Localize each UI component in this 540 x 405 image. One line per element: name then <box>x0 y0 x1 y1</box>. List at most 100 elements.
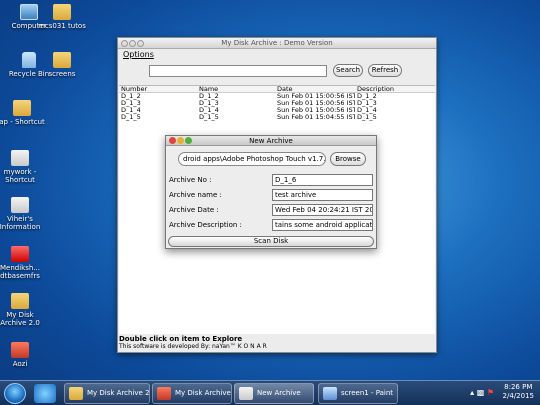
folder-icon <box>11 293 29 309</box>
dialog-window-controls <box>169 137 193 147</box>
window-controls <box>121 40 145 51</box>
column-header-description[interactable]: Description <box>355 86 433 92</box>
desktop-icon-label: ap - Shortcut <box>0 118 45 126</box>
search-button[interactable]: Search <box>333 64 363 77</box>
table-row[interactable]: D_1_5 D_1_5 Sun Feb 01 15:04:55 IST... D… <box>119 114 435 121</box>
archive-name-field[interactable]: test archive <box>272 189 373 201</box>
archive-date-field[interactable]: Wed Feb 04 20:24:21 IST 2015 <box>272 204 373 216</box>
desktop-icon-mcs031-tutos[interactable]: mcs031 tutos <box>36 4 88 30</box>
clock-time: 8:26 PM <box>504 383 533 391</box>
cell-description: D_1_2 <box>357 93 377 100</box>
browse-button[interactable]: Browse <box>330 152 366 166</box>
table-row[interactable]: D_1_3 D_1_3 Sun Feb 01 15:00:56 IST... D… <box>119 100 435 107</box>
table-header: Number Name Date Description <box>119 86 435 93</box>
internet-explorer-icon[interactable] <box>34 384 56 403</box>
desktop-icon-label: screens <box>48 70 76 78</box>
desktop-icon-my-disk-archive[interactable]: My Disk Archive 2.0 <box>0 293 46 327</box>
new-archive-dialog: New Archive droid apps\Adobe Photoshop T… <box>165 135 377 249</box>
scan-disk-button[interactable]: Scan Disk <box>168 236 374 247</box>
desktop-icon-label: Aozi <box>12 360 28 368</box>
clock[interactable]: 8:26 PM 2/4/2015 <box>503 383 534 401</box>
menubar: Options <box>118 49 436 61</box>
desktop-icon-aozi[interactable]: Aozi <box>0 342 46 368</box>
zoom-icon[interactable] <box>137 40 144 47</box>
cell-name: D_1_5 <box>199 114 219 121</box>
column-header-name[interactable]: Name <box>197 86 275 92</box>
cell-name: D_1_2 <box>199 93 219 100</box>
taskbar-item-my-disk-archive[interactable]: My Disk Archive :... <box>152 383 232 404</box>
menu-options[interactable]: Options <box>123 50 154 59</box>
desktop-icon-label: My Disk Archive 2.0 <box>0 311 40 327</box>
cell-date: Sun Feb 01 15:04:55 IST... <box>277 114 355 121</box>
java-app-icon <box>157 387 171 400</box>
column-header-date[interactable]: Date <box>275 86 355 92</box>
minimize-icon[interactable] <box>129 40 136 47</box>
desktop-icon-information[interactable]: Viheir's Information <box>0 197 46 231</box>
desktop-icon-label: mcs031 tutos <box>38 22 86 30</box>
cell-date: Sun Feb 01 15:00:56 IST... <box>277 100 355 107</box>
start-button[interactable] <box>4 383 26 404</box>
status-credit: This software is developed By: naYan™ K … <box>119 343 267 350</box>
task-label: My Disk Archive 2.0 <box>87 389 150 397</box>
recycle-bin-icon <box>22 52 36 68</box>
cell-date: Sun Feb 01 15:00:56 IST... <box>277 107 355 114</box>
archive-description-field[interactable]: tains some android applications <box>272 219 373 231</box>
minimize-icon[interactable] <box>177 137 184 144</box>
close-icon[interactable] <box>121 40 128 47</box>
taskbar-item-my-disk-archive-folder[interactable]: My Disk Archive 2.0 <box>64 383 150 404</box>
status-hint: Double click on item to Explore <box>119 335 243 343</box>
network-icon[interactable]: ▩ <box>477 388 485 397</box>
cell-description: D_1_4 <box>357 107 377 114</box>
cell-number: D_1_4 <box>121 107 141 114</box>
zoom-icon[interactable] <box>185 137 192 144</box>
desktop-icon-pdf[interactable]: Mendiksh... dtbasemfrs <box>0 246 46 280</box>
taskbar-item-new-archive[interactable]: New Archive <box>234 383 314 404</box>
main-window-titlebar[interactable]: My Disk Archive : Demo Version <box>118 38 436 49</box>
column-header-number[interactable]: Number <box>119 86 197 92</box>
cell-number: D_1_5 <box>121 114 141 121</box>
desktop-icon-label: Viheir's Information <box>0 215 41 231</box>
folder-icon <box>53 4 71 20</box>
taskbar-item-paint[interactable]: screen1 - Paint <box>318 383 398 404</box>
archive-description-label: Archive Description : <box>169 221 242 229</box>
shortcut-icon <box>11 150 29 166</box>
archive-no-field[interactable]: D_1_6 <box>272 174 373 186</box>
desktop-icon-mywork-shortcut[interactable]: mywork - Shortcut <box>0 150 46 184</box>
system-tray: ▴ ▩ ⚑ <box>470 388 494 397</box>
table-row[interactable]: D_1_4 D_1_4 Sun Feb 01 15:00:56 IST... D… <box>119 107 435 114</box>
java-app-icon <box>239 387 253 400</box>
dialog-title: New Archive <box>249 137 293 145</box>
desktop-icon-label: Mendiksh... dtbasemfrs <box>0 264 40 280</box>
desktop-icon-ap-shortcut[interactable]: ap - Shortcut <box>0 100 48 126</box>
document-icon <box>11 197 29 213</box>
chevron-up-icon[interactable]: ▴ <box>470 388 474 397</box>
pdf-icon <box>11 246 29 262</box>
dialog-titlebar[interactable]: New Archive <box>166 136 376 146</box>
window-title: My Disk Archive : Demo Version <box>221 39 333 47</box>
archive-date-label: Archive Date : <box>169 206 219 214</box>
archive-no-label: Archive No : <box>169 176 212 184</box>
cell-name: D_1_4 <box>199 107 219 114</box>
folder-icon <box>53 52 71 68</box>
cell-number: D_1_3 <box>121 100 141 107</box>
task-label: My Disk Archive :... <box>175 389 231 397</box>
cell-date: Sun Feb 01 15:00:56 IST... <box>277 93 355 100</box>
status-area: Double click on item to Explore This sof… <box>119 335 267 351</box>
paint-icon <box>323 387 337 400</box>
file-path-field[interactable]: droid apps\Adobe Photoshop Touch v1.7.5 … <box>178 152 326 166</box>
close-icon[interactable] <box>169 137 176 144</box>
archive-name-label: Archive name : <box>169 191 222 199</box>
app-icon <box>11 342 29 358</box>
desktop-icon-screens[interactable]: screens <box>36 52 88 78</box>
taskbar: My Disk Archive 2.0 My Disk Archive :...… <box>0 380 540 405</box>
cell-name: D_1_3 <box>199 100 219 107</box>
shortcut-icon <box>13 100 31 116</box>
cell-number: D_1_2 <box>121 93 141 100</box>
refresh-button[interactable]: Refresh <box>368 64 402 77</box>
cell-description: D_1_5 <box>357 114 377 121</box>
desktop-icon-label: mywork - Shortcut <box>3 168 37 184</box>
folder-icon <box>69 387 83 400</box>
flag-icon[interactable]: ⚑ <box>487 388 494 397</box>
table-row[interactable]: D_1_2 D_1_2 Sun Feb 01 15:00:56 IST... D… <box>119 93 435 100</box>
search-input[interactable] <box>149 65 327 77</box>
